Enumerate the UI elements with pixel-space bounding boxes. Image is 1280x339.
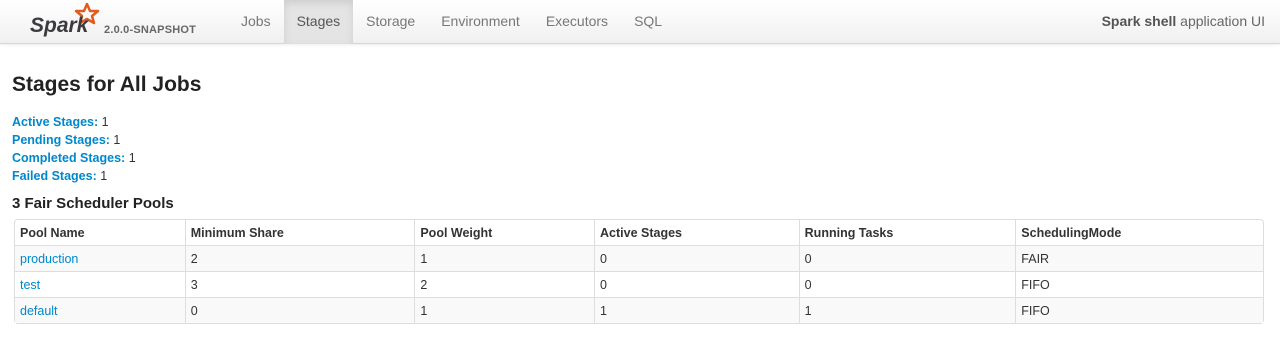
active-stages-cell: 0 [594,271,799,297]
failed-stages-count: 1 [100,169,108,183]
scheduler-pools-table: Pool Name Minimum Share Pool Weight Acti… [14,219,1264,324]
tab-jobs[interactable]: Jobs [228,0,284,44]
main-content: Stages for All Jobs Active Stages: 1 Pen… [12,72,1266,324]
pool-link[interactable]: production [20,252,78,266]
app-name: Spark shell [1101,13,1177,29]
version-label: 2.0.0-SNAPSHOT [104,24,197,36]
summary-pending-stages: Pending Stages: 1 [12,131,1266,149]
active-stages-link[interactable]: Active Stages: [12,115,98,129]
completed-stages-count: 1 [128,151,136,165]
table-row: test 3 2 0 0 FIFO [15,271,1263,297]
scheduling-mode-cell: FIFO [1015,271,1263,297]
minimum-share-cell: 0 [184,297,415,323]
active-stages-cell: 0 [594,245,799,271]
spark-logo-text: Spark [30,14,90,37]
minimum-share-cell: 2 [184,245,415,271]
active-stages-cell: 1 [594,297,799,323]
page-title: Stages for All Jobs [12,73,202,96]
summary-failed-stages: Failed Stages: 1 [12,167,1266,185]
app-title: Spark shell application UI [1102,0,1265,44]
pool-link[interactable]: default [20,304,58,318]
pool-name-cell: test [15,271,185,297]
app-title-suffix: application UI [1176,13,1265,29]
active-stages-count: 1 [101,115,109,129]
pool-weight-cell: 1 [414,297,595,323]
table-header-row: Pool Name Minimum Share Pool Weight Acti… [15,220,1263,245]
column-header-active-stages[interactable]: Active Stages [594,220,799,245]
pools-section-title: 3 Fair Scheduler Pools [12,195,174,212]
running-tasks-cell: 1 [798,297,1016,323]
pool-name-cell: production [15,245,185,271]
spark-logo: Spark [30,2,100,37]
tab-stages[interactable]: Stages [283,0,354,44]
stage-summary-list: Active Stages: 1 Pending Stages: 1 Compl… [12,113,1266,185]
table-row: production 2 1 0 0 FAIR [15,245,1263,271]
running-tasks-cell: 0 [798,271,1016,297]
column-header-scheduling-mode[interactable]: SchedulingMode [1015,220,1263,245]
completed-stages-link[interactable]: Completed Stages: [12,151,125,165]
scheduling-mode-cell: FIFO [1015,297,1263,323]
column-header-pool-weight[interactable]: Pool Weight [414,220,594,245]
pool-link[interactable]: test [20,278,40,292]
pending-stages-link[interactable]: Pending Stages: [12,133,110,147]
top-navbar: Spark 2.0.0-SNAPSHOT Jobs Stages Storage… [0,0,1280,44]
pool-weight-cell: 2 [414,271,595,297]
tab-sql[interactable]: SQL [621,0,675,44]
scheduling-mode-cell: FAIR [1015,245,1263,271]
minimum-share-cell: 3 [184,271,415,297]
main-nav: Jobs Stages Storage Environment Executor… [228,0,675,44]
pool-weight-cell: 1 [414,245,595,271]
tab-environment[interactable]: Environment [428,0,533,44]
pool-name-cell: default [15,297,185,323]
pending-stages-count: 1 [113,133,121,147]
summary-completed-stages: Completed Stages: 1 [12,149,1266,167]
running-tasks-cell: 0 [798,245,1016,271]
tab-executors[interactable]: Executors [533,0,621,44]
column-header-running-tasks[interactable]: Running Tasks [798,220,1016,245]
tab-storage[interactable]: Storage [353,0,428,44]
failed-stages-link[interactable]: Failed Stages: [12,169,97,183]
column-header-pool-name[interactable]: Pool Name [15,220,185,245]
brand[interactable]: Spark 2.0.0-SNAPSHOT [28,2,198,42]
summary-active-stages: Active Stages: 1 [12,113,1266,131]
table-row: default 0 1 1 1 FIFO [15,297,1263,323]
column-header-minimum-share[interactable]: Minimum Share [184,220,415,245]
